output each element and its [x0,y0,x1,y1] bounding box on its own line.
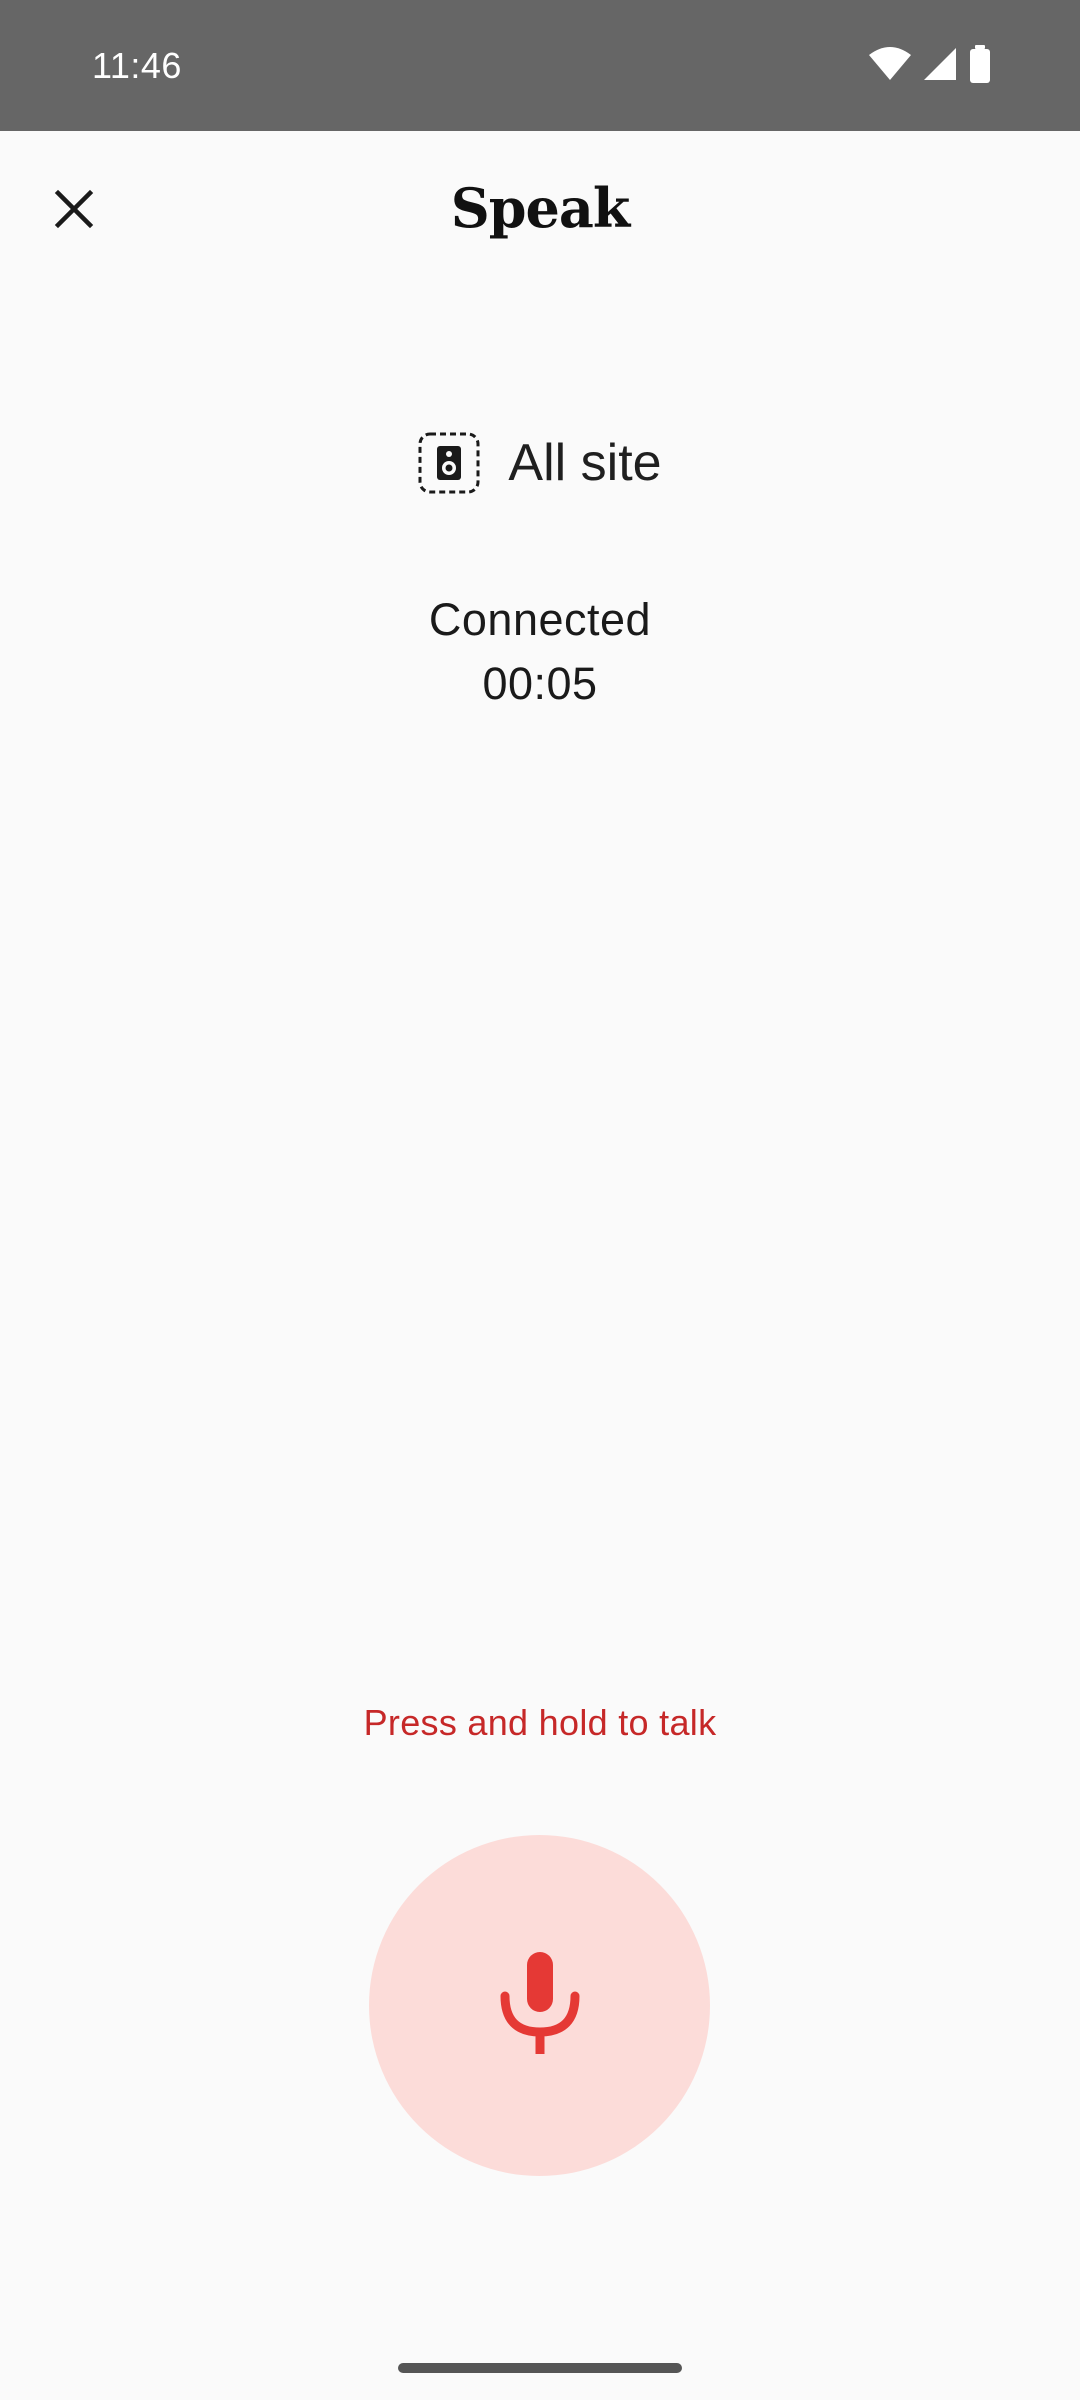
talk-hint: Press and hold to talk [363,1702,717,1743]
microphone-icon [495,1948,585,2063]
app-title: Speak [450,176,631,240]
speaker-icon [418,432,480,494]
battery-icon [968,44,992,89]
header: Speak [0,131,1080,301]
wifi-icon [868,46,912,87]
status-icons [868,44,992,88]
connection-state: Connected [428,594,652,645]
status-time: 11:46 [92,45,182,86]
gesture-bar[interactable] [398,2363,682,2373]
target-label: All site [508,434,662,492]
status-bar: 11:46 [0,0,1080,131]
push-to-talk-button[interactable] [369,1835,710,2176]
connection-timer: 00:05 [482,658,598,709]
cell-signal-icon [922,46,958,87]
target-selector[interactable]: All site [0,428,1080,498]
connection-status: Connected 00:05 [0,588,1080,716]
